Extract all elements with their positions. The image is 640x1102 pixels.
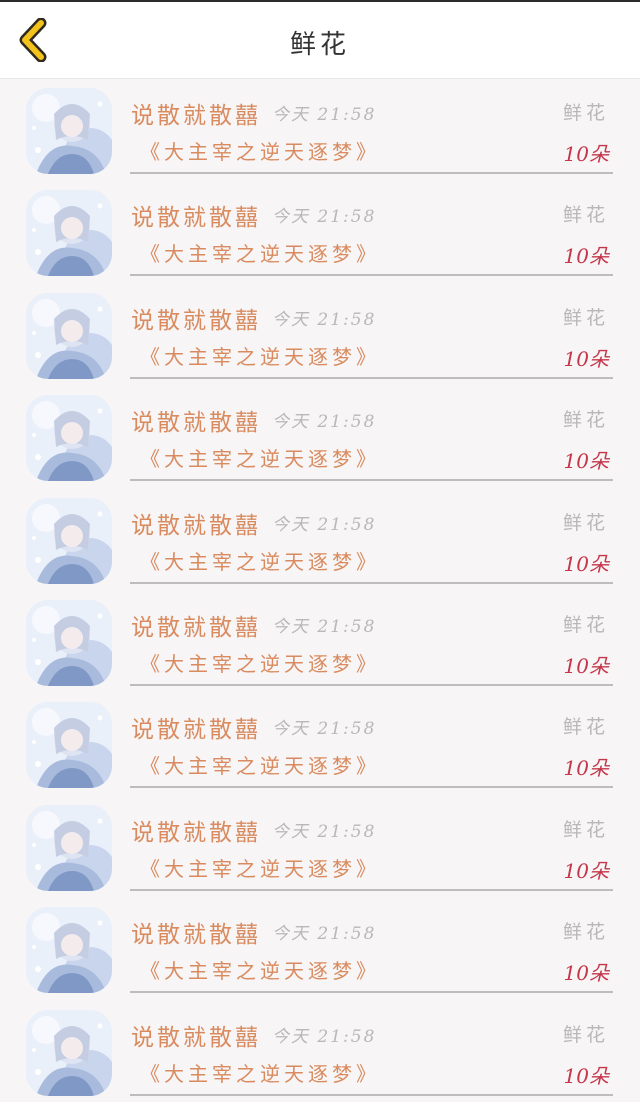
avatar[interactable] xyxy=(26,88,112,174)
timestamp: 今天 21:58 xyxy=(272,719,377,740)
gift-type: 鲜花 xyxy=(562,511,609,534)
book-title[interactable]: 《大主宰之逆天逐梦》 xyxy=(140,750,380,779)
list-item[interactable]: 说散就散囍 今天 21:58 鲜花 《大主宰之逆天逐梦》 10朵 xyxy=(0,385,640,487)
timestamp: 今天 21:58 xyxy=(272,514,377,535)
avatar-illustration xyxy=(26,88,112,174)
divider xyxy=(130,683,613,686)
gift-type: 鲜花 xyxy=(562,409,609,432)
list-item[interactable]: 说散就散囍 今天 21:58 鲜花 《大主宰之逆天逐梦》 10朵 xyxy=(0,1000,640,1102)
gift-type: 鲜花 xyxy=(562,613,609,636)
book-title[interactable]: 《大主宰之逆天逐梦》 xyxy=(140,546,380,575)
divider xyxy=(130,274,613,277)
gift-type: 鲜花 xyxy=(562,921,609,944)
avatar-illustration xyxy=(26,190,112,277)
list-item[interactable]: 说散就散囍 今天 21:58 鲜花 《大主宰之逆天逐梦》 10朵 xyxy=(0,590,640,692)
gift-count: 10朵 xyxy=(563,1063,609,1088)
book-title[interactable]: 《大主宰之逆天逐梦》 xyxy=(140,955,380,984)
divider xyxy=(130,991,613,994)
avatar[interactable] xyxy=(26,907,112,994)
divider xyxy=(130,581,613,584)
avatar[interactable] xyxy=(26,395,112,482)
gift-count: 10朵 xyxy=(563,756,609,781)
divider xyxy=(130,786,613,789)
book-title[interactable]: 《大主宰之逆天逐梦》 xyxy=(140,443,380,472)
list-item[interactable]: 说散就散囍 今天 21:58 鲜花 《大主宰之逆天逐梦》 10朵 xyxy=(0,180,640,282)
sender-name: 说散就散囍 xyxy=(131,717,261,744)
sender-name: 说散就散囍 xyxy=(131,512,261,539)
list-item[interactable]: 说散就散囍 今天 21:58 鲜花 《大主宰之逆天逐梦》 10朵 xyxy=(0,488,640,590)
avatar-illustration xyxy=(26,599,112,686)
timestamp: 今天 21:58 xyxy=(272,309,377,330)
sender-name: 说散就散囍 xyxy=(131,819,261,846)
list-item[interactable]: 说散就散囍 今天 21:58 鲜花 《大主宰之逆天逐梦》 10朵 xyxy=(0,78,640,180)
gift-count: 10朵 xyxy=(563,551,609,576)
gift-count: 10朵 xyxy=(563,653,609,678)
sender-name: 说散就散囍 xyxy=(131,205,261,232)
timestamp: 今天 21:58 xyxy=(272,105,377,125)
avatar[interactable] xyxy=(26,702,112,789)
avatar[interactable] xyxy=(26,804,112,891)
avatar[interactable] xyxy=(26,497,112,584)
avatar-illustration xyxy=(26,702,112,789)
avatar[interactable] xyxy=(26,190,112,277)
avatar[interactable] xyxy=(26,599,112,686)
gift-count: 10朵 xyxy=(563,346,609,371)
avatar-illustration xyxy=(26,1009,112,1096)
sender-name: 说散就散囍 xyxy=(131,1024,261,1051)
sender-name: 说散就散囍 xyxy=(131,410,261,437)
book-title[interactable]: 《大主宰之逆天逐梦》 xyxy=(140,1058,380,1087)
gift-type: 鲜花 xyxy=(562,306,609,329)
gift-type: 鲜花 xyxy=(562,716,609,739)
book-title[interactable]: 《大主宰之逆天逐梦》 xyxy=(140,136,380,165)
divider xyxy=(130,479,613,482)
gift-count: 10朵 xyxy=(563,858,609,883)
list-item[interactable]: 说散就散囍 今天 21:58 鲜花 《大主宰之逆天逐梦》 10朵 xyxy=(0,283,640,385)
gift-type: 鲜花 xyxy=(562,1023,609,1046)
book-title[interactable]: 《大主宰之逆天逐梦》 xyxy=(140,648,380,677)
list-item[interactable]: 说散就散囍 今天 21:58 鲜花 《大主宰之逆天逐梦》 10朵 xyxy=(0,795,640,897)
divider xyxy=(130,888,613,891)
page-title: 鲜花 xyxy=(289,30,350,60)
timestamp: 今天 21:58 xyxy=(272,821,377,842)
sender-name: 说散就散囍 xyxy=(131,103,261,129)
sender-name: 说散就散囍 xyxy=(131,307,261,334)
timestamp: 今天 21:58 xyxy=(272,924,377,945)
divider xyxy=(130,376,613,379)
nav-header: 鲜花 xyxy=(0,2,640,79)
timestamp: 今天 21:58 xyxy=(272,207,377,228)
list-item[interactable]: 说散就散囍 今天 21:58 鲜花 《大主宰之逆天逐梦》 10朵 xyxy=(0,897,640,999)
gift-count: 10朵 xyxy=(563,244,609,269)
timestamp: 今天 21:58 xyxy=(272,1026,377,1047)
avatar-illustration xyxy=(26,497,112,584)
timestamp: 今天 21:58 xyxy=(272,412,377,433)
gift-type: 鲜花 xyxy=(562,102,609,124)
avatar-illustration xyxy=(26,907,112,994)
book-title[interactable]: 《大主宰之逆天逐梦》 xyxy=(140,238,380,267)
gift-count: 10朵 xyxy=(563,961,609,986)
book-title[interactable]: 《大主宰之逆天逐梦》 xyxy=(140,853,380,882)
divider xyxy=(130,172,613,174)
gift-count: 10朵 xyxy=(563,142,609,166)
avatar-illustration xyxy=(26,292,112,379)
sender-name: 说散就散囍 xyxy=(131,922,261,949)
avatar-illustration xyxy=(26,804,112,891)
sender-name: 说散就散囍 xyxy=(131,614,261,641)
book-title[interactable]: 《大主宰之逆天逐梦》 xyxy=(140,341,380,370)
list-item[interactable]: 说散就散囍 今天 21:58 鲜花 《大主宰之逆天逐梦》 10朵 xyxy=(0,692,640,794)
gift-type: 鲜花 xyxy=(562,204,609,227)
timestamp: 今天 21:58 xyxy=(272,616,377,637)
gift-type: 鲜花 xyxy=(562,818,609,841)
gift-count: 10朵 xyxy=(563,449,609,474)
avatar[interactable] xyxy=(26,1009,112,1096)
gift-list: 说散就散囍 今天 21:58 鲜花 《大主宰之逆天逐梦》 10朵 说散就散囍 今… xyxy=(0,78,640,1102)
avatar[interactable] xyxy=(26,292,112,379)
avatar-illustration xyxy=(26,395,112,482)
